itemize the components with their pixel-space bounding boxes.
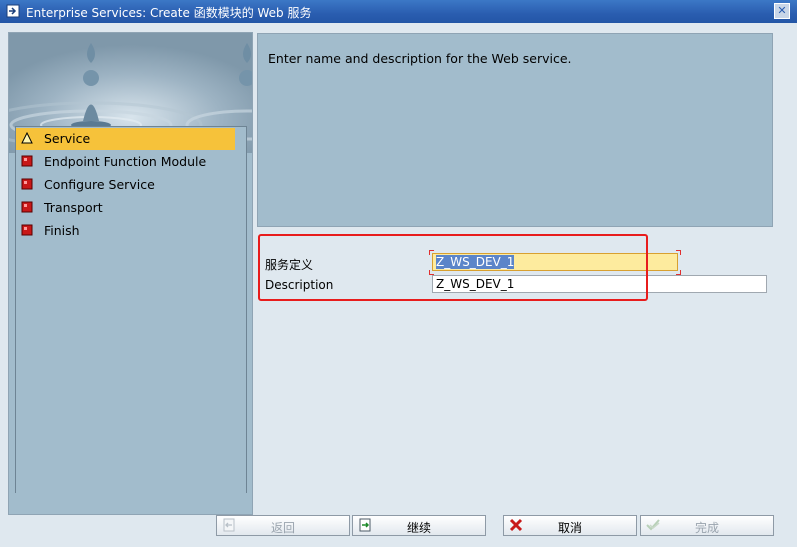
complete-button-label: 完成 xyxy=(694,521,719,535)
close-button[interactable]: ✕ xyxy=(774,3,790,19)
wizard-step-configure-service[interactable]: Configure Service xyxy=(16,174,235,196)
cancel-button-label: 取消 xyxy=(557,521,582,535)
dialog-window: Enterprise Services: Create 函数模块的 Web 服务… xyxy=(0,0,797,547)
dialog-client: Service Endpoint Function Module Configu… xyxy=(0,23,797,547)
wizard-step-label: Configure Service xyxy=(44,177,155,192)
wizard-step-label: Finish xyxy=(44,223,80,238)
step-description-panel: Enter name and description for the Web s… xyxy=(257,33,773,227)
close-icon: ✕ xyxy=(777,4,787,17)
title-bar: Enterprise Services: Create 函数模块的 Web 服务… xyxy=(0,0,797,23)
back-button-label: 返回 xyxy=(270,521,295,535)
cancel-button[interactable]: 取消 xyxy=(503,515,637,536)
window-app-icon xyxy=(6,4,20,18)
red-square-icon xyxy=(21,178,33,190)
wizard-step-label: Transport xyxy=(44,200,103,215)
wizard-step-label: Service xyxy=(44,131,91,146)
complete-button[interactable]: 完成 xyxy=(640,515,774,536)
continue-button-label: 继续 xyxy=(406,521,431,535)
window-title: Enterprise Services: Create 函数模块的 Web 服务 xyxy=(26,6,312,20)
highlight-annotation xyxy=(258,234,648,301)
red-square-icon xyxy=(21,201,33,213)
warning-triangle-icon xyxy=(21,132,33,144)
back-button[interactable]: 返回 xyxy=(216,515,350,536)
wizard-step-endpoint-function-module[interactable]: Endpoint Function Module xyxy=(16,151,235,173)
wizard-step-label: Endpoint Function Module xyxy=(44,154,207,169)
wizard-step-list: Service Endpoint Function Module Configu… xyxy=(15,126,247,493)
red-square-icon xyxy=(21,155,33,167)
wizard-step-finish[interactable]: Finish xyxy=(16,220,235,242)
selection-corner xyxy=(676,250,681,255)
red-square-icon xyxy=(21,224,33,236)
wizard-steps-panel: Service Endpoint Function Module Configu… xyxy=(8,32,253,515)
wizard-step-transport[interactable]: Transport xyxy=(16,197,235,219)
continue-button[interactable]: 继续 xyxy=(352,515,486,536)
wizard-step-service[interactable]: Service xyxy=(16,128,235,150)
step-description-text: Enter name and description for the Web s… xyxy=(268,51,572,66)
